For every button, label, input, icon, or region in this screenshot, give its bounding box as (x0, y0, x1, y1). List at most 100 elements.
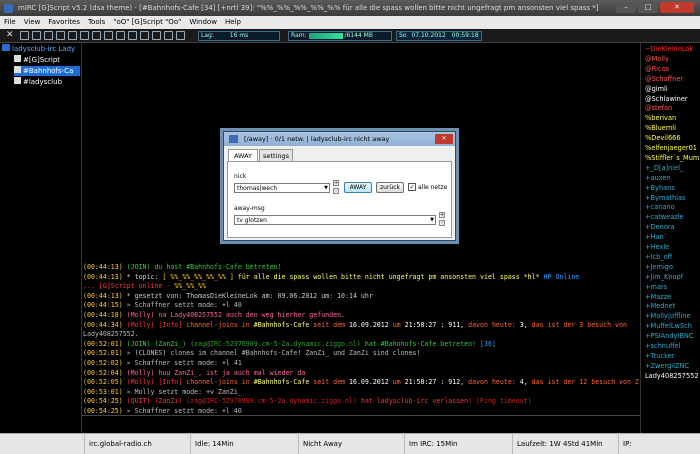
minimize-button[interactable]: – (616, 2, 636, 13)
nick-remove-icon[interactable]: - (333, 188, 339, 194)
dcc-send-icon[interactable] (92, 31, 101, 40)
connect-icon[interactable] (20, 31, 29, 40)
nick-item[interactable]: @Schaffner (645, 75, 683, 84)
sound-icon[interactable] (164, 31, 173, 40)
nick-item[interactable]: +Molly|offline (645, 312, 691, 321)
nick-item[interactable]: @stefan (645, 104, 672, 113)
nick-item[interactable]: Lady408257552 (645, 372, 699, 381)
menu-view[interactable]: View (20, 16, 45, 29)
nick-label: nick (234, 173, 247, 180)
nick-item[interactable]: +_D[a]niel_ (645, 164, 683, 173)
address-book-icon[interactable] (68, 31, 77, 40)
tree-item-server[interactable]: ladysclub-irc Lady (2, 44, 82, 54)
switchbar-tree: ladysclub-irc Lady #[G]Script #Bahnhofs-… (0, 43, 82, 433)
nick-item[interactable]: %berivan (645, 114, 676, 123)
status-server: irc.global-radio.ch (84, 434, 190, 454)
nick-item[interactable]: %Bluemli (645, 124, 676, 133)
menu-window[interactable]: Window (185, 16, 221, 29)
nick-item[interactable]: +Mednet (645, 302, 675, 311)
msg-add-icon[interactable]: + (439, 212, 445, 218)
tab-settings[interactable]: settings (259, 149, 293, 161)
dcc-chat-icon[interactable] (104, 31, 113, 40)
nick-item[interactable]: +mars (645, 283, 667, 292)
msg-remove-icon[interactable]: - (439, 220, 445, 226)
away-button[interactable]: AWAY (344, 182, 372, 193)
nick-item[interactable]: +Hexle (645, 243, 669, 252)
nick-list[interactable]: ~DieKleineLok @Molly @Ricos @Schaffner @giml… (640, 43, 700, 433)
nick-item[interactable]: +Jim_Knopf (645, 273, 683, 282)
nick-item[interactable]: +Denora (645, 223, 675, 232)
nick-item[interactable]: +Byhans (645, 184, 675, 193)
nick-value: thomas|wech (237, 185, 278, 192)
away-msg-combo[interactable]: tv glotzen ▼ (234, 215, 436, 225)
close-button[interactable]: ✕ (660, 2, 694, 13)
menu-help[interactable]: Help (221, 16, 245, 29)
notify-icon[interactable] (80, 31, 89, 40)
chat-text: ... [G]Script online - (83, 282, 175, 291)
nick-item[interactable]: +Trucker (645, 352, 674, 361)
menu-tools[interactable]: Tools (84, 16, 109, 29)
colors-icon[interactable] (140, 31, 149, 40)
nick-add-icon[interactable]: + (333, 180, 339, 186)
all-nets-checkbox[interactable]: ✓ (408, 183, 416, 191)
nick-item[interactable]: +ZwergiIZNC (645, 362, 689, 371)
options-icon[interactable] (32, 31, 41, 40)
nick-item[interactable]: +Bymathias (645, 194, 686, 203)
maximize-button[interactable]: □ (638, 2, 658, 13)
message-input[interactable] (82, 415, 640, 433)
nick-item[interactable]: ~DieKleineLok (645, 45, 693, 54)
chat-line: (00:54:25) » Schaffner setzt mode: +l 40 (83, 407, 639, 415)
chat-timestamp: (00:44:13) (83, 272, 123, 281)
disconnect-icon[interactable]: ✕ (6, 31, 15, 40)
nick-item[interactable]: +Icb_off (645, 253, 672, 262)
nick-item[interactable]: +MuffelLwSch (645, 322, 692, 331)
nick-item[interactable]: @Molly (645, 55, 669, 64)
back-button[interactable]: zurück (376, 182, 404, 193)
chat-line: (00:44:15) » Schaffner setzt mode: +l 40 (83, 301, 639, 310)
nick-item[interactable]: @Schlawiner (645, 95, 688, 104)
chat-text: das ist der 3 besuch von (531, 320, 627, 329)
nick-item[interactable]: @Ricos (645, 65, 669, 74)
chat-timestamp: (00:44:13) (83, 263, 123, 271)
nick-item[interactable]: +auxen (645, 174, 671, 183)
scripts-icon[interactable] (116, 31, 125, 40)
tree-item-ladysclub[interactable]: #ladysclub (14, 77, 62, 87)
nick-item[interactable]: +Mazze (645, 293, 671, 302)
chat-line: (00:52:05) (Molly) [Info] channel-joins … (83, 378, 639, 387)
nick-combo[interactable]: thomas|wech ▼ (234, 183, 330, 193)
favorites-icon[interactable] (56, 31, 65, 40)
menu-favorites[interactable]: Favorites (44, 16, 84, 29)
status-away: Nicht Away (298, 434, 404, 454)
dialog-close-button[interactable]: ✕ (435, 134, 453, 144)
nick-item[interactable]: +Han` (645, 233, 667, 242)
chat-text: HP Online (539, 272, 580, 281)
nick-item[interactable]: +catweazle (645, 213, 684, 222)
chat-text: 16.09.2012 (349, 320, 393, 329)
mirc-app-icon (4, 4, 13, 13)
chat-timestamp: (00:52:02) (83, 359, 123, 367)
help-icon[interactable] (176, 31, 185, 40)
status-icon (0, 434, 20, 454)
chat-text: seit dem (313, 320, 350, 329)
chat-text: das ist der 12 besuch von ZanZi_. (531, 378, 639, 387)
tree-item-gscript[interactable]: #[G]Script (14, 55, 60, 65)
nick-item[interactable]: +Jemigo (645, 263, 673, 272)
nick-item[interactable]: +canano (645, 203, 675, 212)
log-icon[interactable] (128, 31, 137, 40)
chat-text: (JOIN) (ZanZi_) (122, 339, 191, 348)
menu-gscript[interactable]: "oO" [G]Script "Oo" (109, 16, 185, 29)
channels-icon[interactable] (44, 31, 53, 40)
nick-item[interactable]: %Devil666 (645, 134, 681, 143)
chat-timestamp: (00:52:04) (83, 368, 123, 377)
timer-icon[interactable] (152, 31, 161, 40)
chat-text: » Schaffner setzt mode: +l 41 (122, 359, 242, 367)
nick-item[interactable]: +schnuffel (645, 342, 681, 351)
nick-item[interactable]: @gimli (645, 85, 668, 94)
tree-item-bahnhofs-cafe[interactable]: #Bahnhofs-Ca (14, 66, 80, 76)
menu-file[interactable]: File (0, 16, 20, 29)
status-ip: IP: (618, 434, 700, 454)
nick-item[interactable]: +PSIAndyIBNC (645, 332, 693, 341)
nick-item[interactable]: %Stiffler`s_Mum (645, 154, 699, 163)
chat-line: ... [G]Script online - %%_%%_%% (83, 282, 639, 291)
nick-item[interactable]: %elfenjaeger01 (645, 144, 697, 153)
